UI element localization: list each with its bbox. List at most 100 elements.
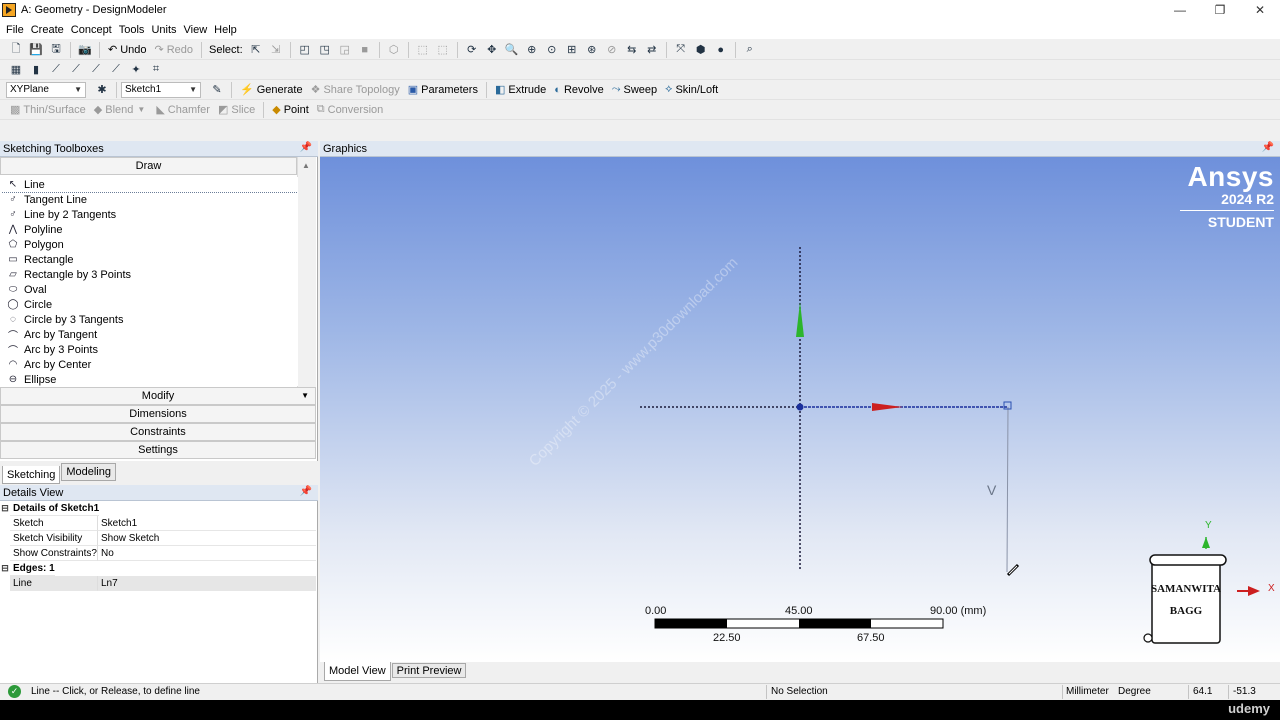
zoom-box-icon[interactable]: ⊙ [544, 42, 560, 58]
draw-tool-item[interactable]: ♂ Line by 2 Tangents [2, 207, 298, 222]
next-view-icon[interactable]: ⇄ [644, 42, 660, 58]
select-face-icon[interactable]: ◲ [337, 42, 353, 58]
ruler-icon[interactable]: ⟋ [88, 62, 104, 78]
draw-tool-item[interactable]: ⋀ Polyline [2, 222, 298, 237]
sketch-canvas[interactable]: Copyright © 2025 - www.p30download.com V [320, 157, 1280, 662]
new-plane-icon[interactable]: ✱ [94, 82, 110, 98]
menu-units[interactable]: Units [151, 24, 176, 36]
tab-print-preview[interactable]: Print Preview [391, 663, 467, 678]
zoom-fit-icon[interactable]: ⊞ [564, 42, 580, 58]
restore-button[interactable]: ❐ [1200, 0, 1240, 20]
pin-icon[interactable]: 📌 [1262, 142, 1274, 153]
extend-selection-icon[interactable]: ⬡ [386, 42, 402, 58]
details-row[interactable]: Sketch Visibility Show Sketch [0, 531, 316, 546]
menu-file[interactable]: File [6, 24, 24, 36]
undo-button[interactable]: ↶ Undo [108, 43, 147, 57]
details-row[interactable]: Sketch Sketch1 [0, 516, 316, 531]
new-sketch-icon[interactable]: ✎ [209, 82, 225, 98]
extrude-button[interactable]: ◧ Extrude [495, 83, 546, 97]
pin-icon[interactable]: 📌 [300, 142, 312, 153]
details-row[interactable]: Line Ln7 [0, 576, 316, 591]
collapse-icon[interactable]: ⊟ [0, 503, 10, 514]
zoom-to-fit-icon[interactable]: ⊛ [584, 42, 600, 58]
tab-sketching[interactable]: Sketching [2, 466, 61, 484]
draw-tool-item[interactable]: ▱ Rectangle by 3 Points [2, 267, 298, 282]
origin-point[interactable] [796, 403, 804, 411]
point-button[interactable]: ◆ Point [272, 103, 309, 117]
sweep-button[interactable]: ⤳ Sweep [612, 83, 657, 96]
angle-units[interactable]: Degree [1118, 686, 1151, 697]
select-body-icon[interactable]: ■ [357, 42, 373, 58]
draw-tool-item[interactable]: ⌒ Arc by Tangent [2, 327, 298, 343]
edge-display-icon[interactable]: ⟋ [48, 62, 64, 78]
draw-tool-item[interactable]: ◌ Circle by 3 Tangents [2, 312, 298, 327]
select-mode-icon[interactable]: ⇱ [248, 42, 264, 58]
new-icon[interactable]: 🗋 [8, 42, 24, 58]
details-value[interactable]: Sketch1 [98, 516, 316, 531]
graphics-viewport[interactable]: Ansys 2024 R2 STUDENT Copyright © 2025 -… [320, 157, 1280, 662]
display-plane-icon[interactable]: ▦ [8, 62, 24, 78]
draw-tool-item[interactable]: ⬠ Polygon [2, 237, 298, 252]
draw-tool-item[interactable]: ⌒ Arc by 3 Points [2, 342, 298, 358]
previous-view-icon[interactable]: ⇆ [624, 42, 640, 58]
draw-tool-item[interactable]: ▭ Rectangle [2, 252, 298, 267]
scroll-up-icon[interactable]: ▲ [302, 161, 310, 170]
rotate-icon[interactable]: ⟳ [464, 42, 480, 58]
modify-group-header[interactable]: Modify ▼ [0, 387, 316, 405]
draw-tool-item[interactable]: ⬭ Oval [2, 282, 298, 297]
scroll-down-icon[interactable]: ▼ [301, 391, 309, 400]
details-section[interactable]: ⊟ Details of Sketch1 [0, 501, 316, 516]
draw-tool-item[interactable]: ⊖ Ellipse [2, 372, 298, 386]
tab-modeling[interactable]: Modeling [61, 463, 116, 481]
color-icon[interactable]: ▮ [28, 62, 44, 78]
select-point-icon[interactable]: ◰ [297, 42, 313, 58]
details-value[interactable]: Show Sketch [98, 531, 316, 546]
constraints-group-header[interactable]: Constraints [0, 423, 316, 441]
select-filter-icon[interactable]: ⇲ [268, 42, 284, 58]
zoom-icon[interactable]: 🔍 [504, 42, 520, 58]
menu-view[interactable]: View [184, 24, 208, 36]
redo-button[interactable]: ↷ Redo [155, 43, 194, 57]
magnifier-icon[interactable]: ⊘ [604, 42, 620, 58]
draw-tool-item[interactable]: ◯ Circle [2, 297, 298, 312]
settings-group-header[interactable]: Settings [0, 441, 316, 459]
details-row[interactable]: Show Constraints? No [0, 546, 316, 561]
box-select-icon[interactable]: ⬚ [415, 42, 431, 58]
draw-group-header[interactable]: Draw [0, 157, 297, 175]
box-select2-icon[interactable]: ⬚ [435, 42, 451, 58]
dimensions-group-header[interactable]: Dimensions [0, 405, 316, 423]
details-value[interactable]: Ln7 [98, 576, 316, 591]
draw-tool-item[interactable]: ♂ Tangent Line [2, 192, 298, 207]
tab-model-view[interactable]: Model View [324, 662, 391, 681]
vertex-display-icon[interactable]: ⟋ [68, 62, 84, 78]
minimize-button[interactable]: — [1160, 0, 1200, 20]
thin-surface-button[interactable]: ▩ Thin/Surface [10, 103, 86, 117]
length-units[interactable]: Millimeter [1066, 686, 1109, 697]
screenshot-icon[interactable]: 📷 [77, 42, 93, 58]
revolve-button[interactable]: ◐ Revolve [554, 84, 603, 96]
details-section[interactable]: ⊟ Edges: 1 [0, 561, 316, 576]
draw-tool-item[interactable]: ◠ Arc by Center [2, 357, 298, 372]
pin-icon[interactable]: 📌 [300, 486, 312, 497]
collapse-icon[interactable]: ⊟ [0, 563, 10, 574]
conversion-button[interactable]: ⧉ Conversion [317, 103, 384, 116]
plane-dropdown[interactable]: XYPlane ▼ [6, 81, 86, 98]
skin-loft-button[interactable]: ⟡ Skin/Loft [665, 83, 718, 96]
save-icon[interactable]: 💾 [28, 42, 44, 58]
generate-button[interactable]: ⚡ Generate [240, 83, 303, 97]
look-at-icon[interactable]: ⤧ [673, 42, 689, 58]
menu-create[interactable]: Create [31, 24, 64, 36]
menu-concept[interactable]: Concept [71, 24, 112, 36]
sketch-display-icon[interactable]: ⌗ [148, 62, 164, 78]
details-value[interactable]: No [98, 546, 316, 561]
blend-button[interactable]: ◆ Blend ▼ [94, 103, 149, 117]
share-topology-button[interactable]: ❖ Share Topology [311, 83, 400, 97]
display-mode-icon[interactable]: ● [713, 42, 729, 58]
pan-icon[interactable]: ✥ [484, 42, 500, 58]
zoom-in-icon[interactable]: ⊕ [524, 42, 540, 58]
sketch-dropdown[interactable]: Sketch1 ▼ [121, 81, 201, 98]
normal-display-icon[interactable]: ✦ [128, 62, 144, 78]
parameters-button[interactable]: ▣ Parameters [408, 83, 478, 97]
sketch-line[interactable] [1006, 406, 1009, 573]
menu-help[interactable]: Help [214, 24, 237, 36]
